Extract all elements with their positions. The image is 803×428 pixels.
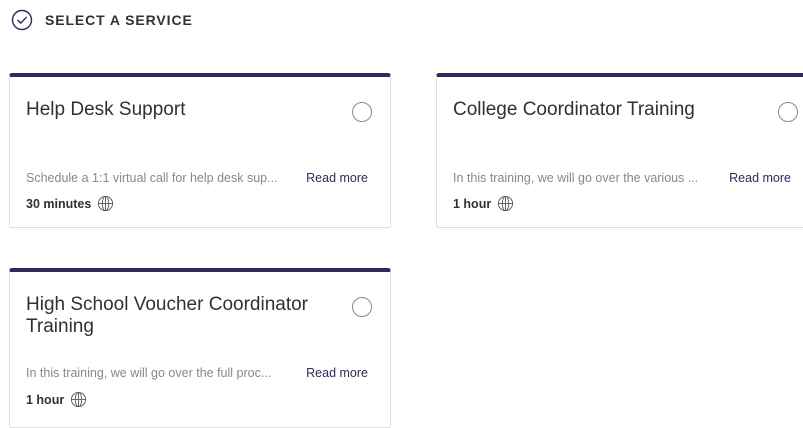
service-card-college-coordinator[interactable]: College Coordinator Training In this tra…	[436, 73, 803, 228]
service-duration: 1 hour	[26, 392, 65, 407]
service-name: High School Voucher Coordinator Training	[26, 294, 309, 337]
service-description: Schedule a 1:1 virtual call for help des…	[26, 171, 278, 185]
globe-icon	[498, 195, 514, 212]
service-duration: 30 minutes	[26, 196, 92, 211]
read-more-link[interactable]: Read more	[729, 171, 791, 185]
globe-icon	[71, 391, 87, 408]
service-radio[interactable]	[352, 297, 372, 317]
service-description: In this training, we will go over the fu…	[26, 366, 272, 380]
globe-icon	[98, 195, 114, 212]
service-name: College Coordinator Training	[453, 99, 695, 120]
read-more-link[interactable]: Read more	[306, 171, 368, 185]
section-title: SELECT A SERVICE	[45, 12, 193, 28]
service-radio[interactable]	[778, 102, 798, 122]
service-card-high-school-voucher[interactable]: High School Voucher Coordinator Training…	[9, 268, 391, 428]
service-description: In this training, we will go over the va…	[453, 171, 699, 185]
service-duration: 1 hour	[453, 196, 492, 211]
service-card-help-desk[interactable]: Help Desk Support Schedule a 1:1 virtual…	[9, 73, 391, 228]
section-header: SELECT A SERVICE	[11, 9, 193, 31]
read-more-link[interactable]: Read more	[306, 366, 368, 380]
service-radio[interactable]	[352, 102, 372, 122]
service-name: Help Desk Support	[26, 99, 186, 120]
check-circle-icon	[11, 9, 33, 31]
